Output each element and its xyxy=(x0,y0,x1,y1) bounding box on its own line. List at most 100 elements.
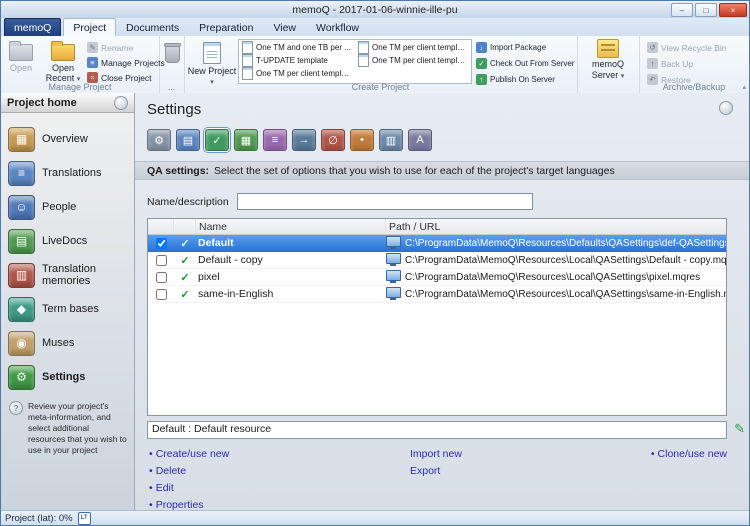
bullet-icon xyxy=(149,482,153,494)
project-home-sidebar: Project home ▦ Overview ≡ Translations ☺… xyxy=(1,93,135,511)
template-item[interactable]: One TM per client template 2 xyxy=(355,41,471,54)
qa-settings-description: Select the set of options that you wish … xyxy=(214,165,615,177)
edit-description-icon[interactable] xyxy=(734,422,745,435)
font-substitution-icon[interactable]: A xyxy=(408,129,432,151)
table-header: Name Path / URL xyxy=(148,219,726,235)
row-checkbox[interactable] xyxy=(156,238,167,249)
row-checkbox[interactable] xyxy=(156,255,167,266)
row-name: Default - copy xyxy=(196,254,386,266)
help-icon[interactable] xyxy=(719,101,733,115)
language-terminal-icon[interactable]: LT xyxy=(78,512,91,525)
view-recycle-bin-button[interactable]: View Recycle Bin xyxy=(647,41,727,54)
ignore-lists-icon[interactable]: ∅ xyxy=(321,129,345,151)
resource-description-box: Default : Default resource xyxy=(147,421,727,439)
sidebar-item-term-bases[interactable]: ◆ Term bases xyxy=(1,292,134,326)
table-row[interactable]: Default C:\ProgramData\MemoQ\Resources\D… xyxy=(148,235,726,252)
maximize-button[interactable]: □ xyxy=(695,3,717,17)
project-template-list: One TM and one TB per ... T-UPDATE templ… xyxy=(238,39,472,84)
open-recent-button[interactable]: Open Recent xyxy=(39,38,87,86)
general-settings-icon[interactable]: ⚙ xyxy=(147,129,171,151)
template-item[interactable]: One TM per client template xyxy=(355,54,471,67)
import-new-link[interactable]: Import new xyxy=(410,448,462,460)
group-caption-manage-project: Manage Project xyxy=(1,82,159,92)
header-name[interactable]: Name xyxy=(196,219,386,234)
name-filter-input[interactable] xyxy=(237,193,533,210)
monitor-icon xyxy=(386,287,401,298)
open-button[interactable]: Open xyxy=(3,38,39,75)
row-name: same-in-English xyxy=(196,288,386,300)
tab-project[interactable]: Project xyxy=(63,18,116,36)
help-question-icon[interactable]: ? xyxy=(9,401,23,415)
qa-settings-label: QA settings: xyxy=(147,165,209,177)
edit-link[interactable]: Edit xyxy=(149,482,229,494)
pin-icon[interactable] xyxy=(114,96,128,110)
page-title: Settings xyxy=(147,101,749,118)
sidebar-item-muses[interactable]: ◉ Muses xyxy=(1,326,134,360)
segmentation-rules-icon[interactable]: ▥ xyxy=(379,129,403,151)
action-links: Create/use new Delete Edit Properties Im… xyxy=(147,448,727,511)
table-row[interactable]: same-in-English C:\ProgramData\MemoQ\Res… xyxy=(148,286,726,303)
open-label: Open xyxy=(10,63,32,73)
group-caption-create-project: Create Project xyxy=(184,82,577,92)
auto-translation-rules-icon[interactable]: ≡ xyxy=(263,129,287,151)
qa-settings-icon[interactable]: ✓ xyxy=(205,129,229,151)
title-bar[interactable]: memoQ - 2017-01-06-winnie-ille-pu – □ × xyxy=(1,1,749,19)
clone-use-new-link[interactable]: Clone/use new xyxy=(651,448,727,460)
header-path[interactable]: Path / URL xyxy=(386,219,726,234)
check-icon xyxy=(174,288,196,301)
livedocs-settings-icon[interactable]: ▦ xyxy=(234,129,258,151)
template-item[interactable]: One TM per client template 2 xyxy=(239,67,355,80)
tm-settings-icon[interactable]: ▤ xyxy=(176,129,200,151)
sidebar-item-livedocs[interactable]: ▤ LiveDocs xyxy=(1,224,134,258)
muses-icon: ◉ xyxy=(8,331,35,356)
sidebar-item-translation-memories[interactable]: ▥ Translation memories xyxy=(1,258,134,292)
sidebar-item-translations[interactable]: ≡ Translations xyxy=(1,156,134,190)
template-column-2: One TM per client template 2 One TM per … xyxy=(355,40,471,83)
create-use-new-link[interactable]: Create/use new xyxy=(149,448,229,460)
archive-buttons: View Recycle Bin Back Up Restore xyxy=(647,41,727,86)
ribbon-group-create-project: New Project One TM and one TB per ... T-… xyxy=(184,36,578,93)
tab-view[interactable]: View xyxy=(263,18,306,36)
overview-icon: ▦ xyxy=(8,127,35,152)
collapse-ribbon-icon[interactable] xyxy=(742,83,746,91)
stop-word-lists-icon[interactable]: • xyxy=(350,129,374,151)
row-checkbox[interactable] xyxy=(156,289,167,300)
template-item[interactable]: T-UPDATE template xyxy=(239,54,355,67)
export-link[interactable]: Export xyxy=(410,465,462,477)
monitor-icon xyxy=(386,253,401,264)
table-row[interactable]: Default - copy C:\ProgramData\MemoQ\Reso… xyxy=(148,252,726,269)
table-row[interactable]: pixel C:\ProgramData\MemoQ\Resources\Loc… xyxy=(148,269,726,286)
window-title: memoQ - 2017-01-06-winnie-ille-pu xyxy=(1,4,749,16)
sidebar-header-label: Project home xyxy=(7,97,77,109)
memoq-server-button[interactable]: memoQ Server xyxy=(580,39,636,81)
delete-button[interactable] xyxy=(164,38,181,65)
bullet-icon xyxy=(651,448,655,460)
close-button[interactable]: × xyxy=(719,3,747,17)
sidebar-items: ▦ Overview ≡ Translations ☺ People ▤ Liv… xyxy=(1,113,134,394)
sidebar-item-settings[interactable]: ⚙ Settings xyxy=(1,360,134,394)
export-path-rules-icon[interactable]: → xyxy=(292,129,316,151)
link-column-left: Create/use new Delete Edit Properties xyxy=(149,448,229,511)
recycle-bin-icon xyxy=(647,42,658,53)
manage-projects-button[interactable]: Manage Projects xyxy=(87,56,165,69)
sidebar-header: Project home xyxy=(1,93,134,113)
template-icon xyxy=(242,41,253,54)
template-icon xyxy=(242,54,253,67)
tab-documents[interactable]: Documents xyxy=(116,18,189,36)
row-checkbox[interactable] xyxy=(156,272,167,283)
tab-preparation[interactable]: Preparation xyxy=(189,18,263,36)
translation-memories-icon: ▥ xyxy=(8,263,35,288)
rename-button[interactable]: Rename xyxy=(87,41,165,54)
template-item[interactable]: One TM and one TB per ... xyxy=(239,41,355,54)
workspace: Project home ▦ Overview ≡ Translations ☺… xyxy=(1,93,749,511)
back-up-button[interactable]: Back Up xyxy=(647,57,727,70)
import-package-button[interactable]: Import Package xyxy=(476,41,574,54)
delete-link[interactable]: Delete xyxy=(149,465,229,477)
sidebar-item-people[interactable]: ☺ People xyxy=(1,190,134,224)
tab-memoq[interactable]: memoQ xyxy=(4,18,61,36)
minimize-button[interactable]: – xyxy=(671,3,693,17)
sidebar-item-overview[interactable]: ▦ Overview xyxy=(1,122,134,156)
link-column-right: Clone/use new xyxy=(651,448,727,460)
check-out-from-server-button[interactable]: Check Out From Server xyxy=(476,57,574,70)
tab-workflow[interactable]: Workflow xyxy=(306,18,369,36)
